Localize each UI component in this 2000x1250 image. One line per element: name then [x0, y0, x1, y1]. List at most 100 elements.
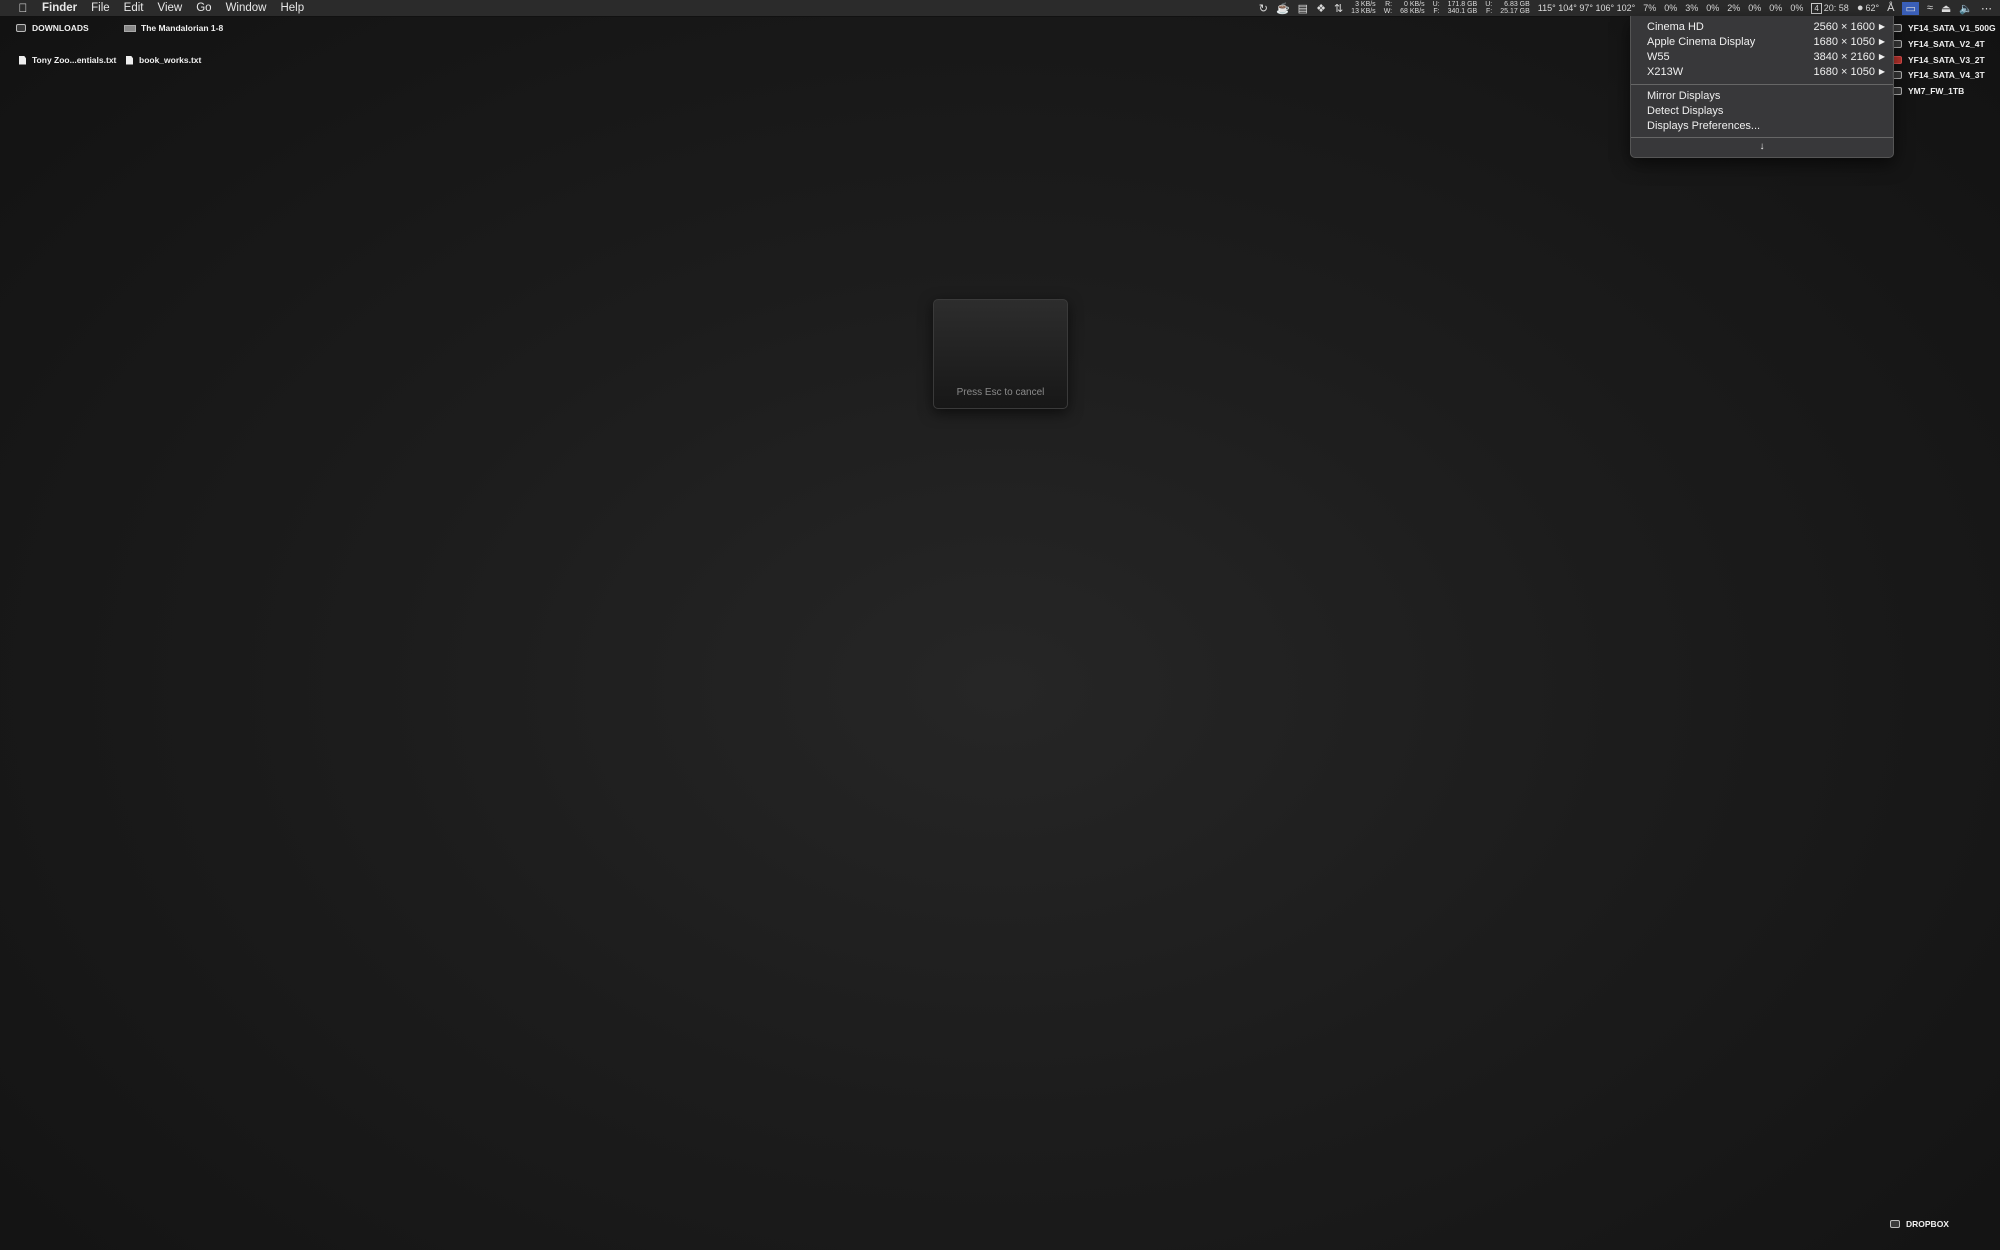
uf1-free-label: F:: [1433, 8, 1440, 15]
submenu-arrow-icon: ▶: [1878, 22, 1885, 31]
cpu-core-0[interactable]: 7%: [1643, 3, 1656, 13]
coffee-cup-icon[interactable]: ☕: [1276, 2, 1290, 15]
uf2-free-label: F:: [1485, 8, 1493, 15]
cpu-core-5[interactable]: 0%: [1748, 3, 1761, 13]
wifi-icon[interactable]: ≈: [1927, 2, 1933, 14]
drive-ym7-fw[interactable]: YM7_FW_1TB: [1892, 86, 1964, 96]
drive-label: YF14_SATA_V3_2T: [1908, 55, 1985, 65]
disk1-used: 171.8 GB: [1447, 1, 1478, 8]
cpu-core-4[interactable]: 2%: [1727, 3, 1740, 13]
display-menu: Cinema HD 2560 × 1600 ▶ Apple Cinema Dis…: [1630, 16, 1894, 158]
drive-yf14-v2[interactable]: YF14_SATA_V2_4T: [1892, 39, 1985, 49]
desktop-file-tony-zoo[interactable]: Tony Zoo...entials.txt: [19, 55, 116, 65]
network-speed-1[interactable]: 3 KB/s 13 KB/s: [1351, 1, 1376, 15]
drive-yf14-v4[interactable]: YF14_SATA_V4_3T: [1892, 70, 1985, 80]
menu-view[interactable]: View: [158, 2, 183, 14]
uf2-used-label: U:: [1485, 1, 1493, 8]
net2-down: 68 KB/s: [1400, 8, 1425, 15]
desktop-item-dropbox[interactable]: DROPBOX: [1890, 1219, 1949, 1229]
display-name: X213W: [1647, 65, 1684, 78]
menu-item-label: Mirror Displays: [1647, 89, 1721, 102]
drive-label: YF14_SATA_V1_500G: [1908, 23, 1996, 33]
display-icon[interactable]: ▭: [1902, 1, 1919, 15]
menu-divider: [1631, 137, 1893, 138]
clock[interactable]: 20: 58: [1824, 3, 1849, 13]
drive-yf14-v1[interactable]: YF14_SATA_V1_500G: [1892, 23, 1996, 33]
rw-read-label: R:: [1385, 1, 1393, 8]
net1-down: 13 KB/s: [1351, 8, 1376, 15]
refresh-icon[interactable]: ↻: [1259, 2, 1268, 15]
displays-preferences-item[interactable]: Displays Preferences...: [1631, 118, 1893, 133]
net2-up: 0 KB/s: [1404, 1, 1425, 8]
display-name: Cinema HD: [1647, 20, 1704, 33]
menu-bar:  Finder File Edit View Go Window Help ↻…: [0, 0, 2000, 17]
display-resolution: 1680 × 1050: [1813, 65, 1875, 78]
display-name: Apple Cinema Display: [1647, 35, 1756, 48]
detect-displays-item[interactable]: Detect Displays: [1631, 103, 1893, 118]
disk-uf-labels-1: U: F:: [1433, 1, 1440, 15]
menu-item-label: Displays Preferences...: [1647, 119, 1761, 132]
more-icon[interactable]: ⋯: [1981, 2, 1992, 15]
menu-go[interactable]: Go: [196, 2, 211, 14]
submenu-arrow-icon: ▶: [1878, 67, 1885, 76]
badge-count[interactable]: 4: [1811, 2, 1822, 14]
drive-icon: [1890, 1220, 1900, 1228]
submenu-arrow-icon: ▶: [1878, 37, 1885, 46]
network-arrows-icon[interactable]: ⇅: [1334, 2, 1343, 15]
scroll-down-arrow-icon[interactable]: ↓: [1631, 141, 1893, 152]
display-item-x213w[interactable]: X213W 1680 × 1050 ▶: [1631, 64, 1893, 79]
display-resolution: 3840 × 2160: [1813, 50, 1875, 63]
desktop-item-mandalorian[interactable]: The Mandalorian 1-8: [124, 23, 223, 33]
cpu-core-1[interactable]: 0%: [1664, 3, 1677, 13]
esc-cancel-hint: Press Esc to cancel: [956, 387, 1045, 398]
desktop-item-label: Tony Zoo...entials.txt: [32, 55, 117, 65]
cpu-core-6[interactable]: 0%: [1769, 3, 1782, 13]
apple-icon[interactable]: : [16, 1, 30, 15]
volume-icon[interactable]: 🔈: [1959, 2, 1973, 15]
drive-label: YF14_SATA_V4_3T: [1908, 70, 1985, 80]
drive-icon: [16, 24, 26, 32]
mirror-displays-item[interactable]: Mirror Displays: [1631, 88, 1893, 103]
display-item-cinema-hd[interactable]: Cinema HD 2560 × 1600 ▶: [1631, 19, 1893, 34]
text-file-icon: [126, 55, 133, 65]
menu-edit[interactable]: Edit: [124, 2, 144, 14]
cpu-core-2[interactable]: 3%: [1685, 3, 1698, 13]
desktop-item-label: The Mandalorian 1-8: [141, 23, 224, 33]
video-file-icon: [124, 24, 136, 32]
disk-usage-1[interactable]: 171.8 GB 340.1 GB: [1448, 1, 1478, 15]
disk1-free: 340.1 GB: [1447, 8, 1478, 15]
display-item-w55[interactable]: W55 3840 × 2160 ▶: [1631, 49, 1893, 64]
server-icon[interactable]: ▤: [1298, 2, 1308, 15]
menu-item-label: Detect Displays: [1647, 104, 1724, 117]
cpu-core-3[interactable]: 0%: [1706, 3, 1719, 13]
menu-divider: [1631, 84, 1893, 85]
disk-uf-labels-2: U: F:: [1485, 1, 1492, 15]
bluetooth-icon[interactable]: Å: [1887, 2, 1894, 14]
display-resolution: 1680 × 1050: [1813, 35, 1875, 48]
menu-finder[interactable]: Finder: [42, 2, 77, 14]
drive-yf14-v3[interactable]: YF14_SATA_V3_2T: [1892, 55, 1985, 65]
moon-icon[interactable]: ●: [1857, 2, 1864, 14]
desktop-item-label: DROPBOX: [1906, 1219, 1949, 1229]
menu-help[interactable]: Help: [280, 2, 304, 14]
menu-file[interactable]: File: [91, 2, 110, 14]
network-speed-2[interactable]: 0 KB/s 68 KB/s: [1400, 1, 1425, 15]
dropbox-icon[interactable]: ❖: [1316, 2, 1326, 15]
text-file-icon: [19, 55, 26, 65]
desktop-item-label: book_works.txt: [139, 55, 202, 65]
weather-temp[interactable]: 62°: [1865, 3, 1879, 13]
drive-label: YM7_FW_1TB: [1908, 86, 1965, 96]
desktop-file-book-works[interactable]: book_works.txt: [126, 55, 201, 65]
menu-window[interactable]: Window: [226, 2, 267, 14]
status-menus: ↻ ☕ ▤ ❖ ⇅ 3 KB/s 13 KB/s R: W: 0 KB/s 68…: [1259, 0, 2000, 16]
disk2-free: 25.17 GB: [1500, 8, 1530, 15]
eject-icon[interactable]: ⏏: [1941, 2, 1951, 15]
cpu-core-7[interactable]: 0%: [1790, 3, 1803, 13]
desktop-item-downloads[interactable]: DOWNLOADS: [16, 23, 89, 33]
display-item-apple-cinema[interactable]: Apple Cinema Display 1680 × 1050 ▶: [1631, 34, 1893, 49]
disk-usage-2[interactable]: 6.83 GB 25.17 GB: [1500, 1, 1530, 15]
uf1-used-label: U:: [1432, 1, 1440, 8]
screenshot-overlay: Press Esc to cancel: [933, 299, 1068, 409]
rw-write-label: W:: [1383, 8, 1393, 15]
temperature-readouts[interactable]: 115° 104° 97° 106° 102°: [1538, 3, 1635, 13]
